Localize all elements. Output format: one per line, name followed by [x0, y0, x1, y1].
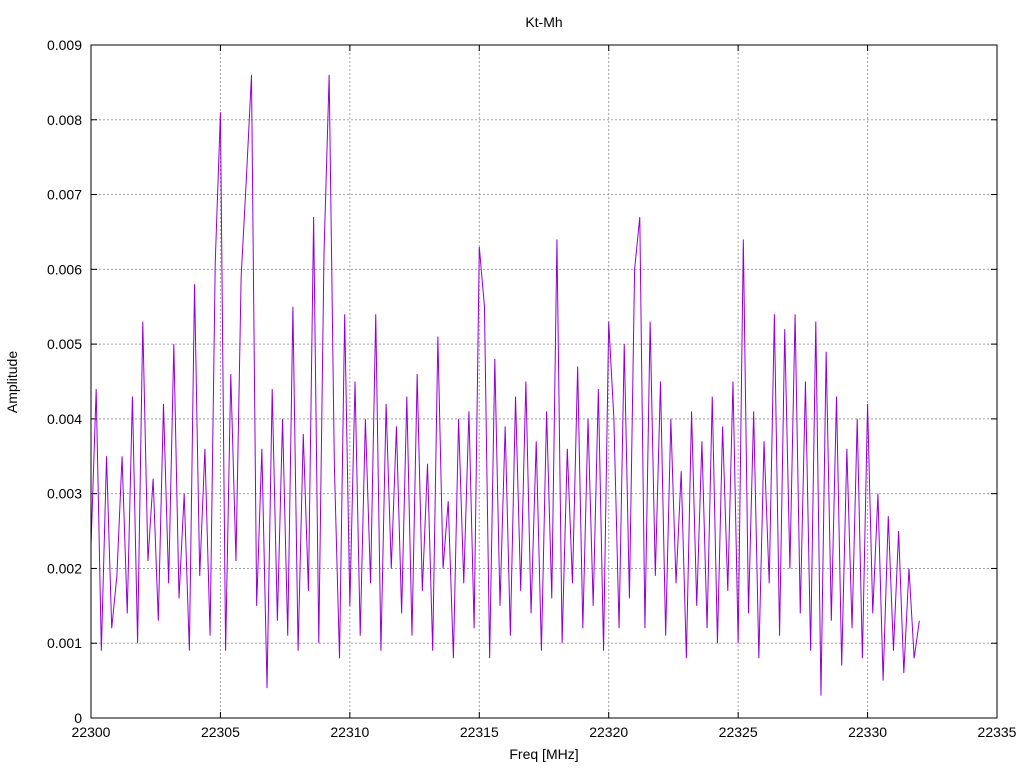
y-tick-label: 0.008 [47, 112, 82, 128]
ticks: 22300 22305 22310 22315 22320 22325 22330 22335… [47, 37, 1017, 740]
x-tick-label: 22335 [978, 724, 1017, 740]
y-tick-label: 0.003 [47, 486, 82, 502]
y-tick-label: 0.005 [47, 336, 82, 352]
y-tick-label: 0.007 [47, 187, 82, 203]
series-line [91, 75, 919, 696]
series [91, 75, 919, 696]
chart: Kt-Mh Freq [MHz] Amplitude 2230022305223… [0, 0, 1024, 768]
y-tick-label: 0.002 [47, 560, 82, 576]
x-tick-label: 22310 [330, 724, 369, 740]
y-tick-label: 0.001 [47, 635, 82, 651]
y-tick-label: 0.009 [47, 37, 82, 53]
x-tick-label: 22305 [201, 724, 240, 740]
x-tick-label: 22320 [589, 724, 628, 740]
x-tick-label: 22315 [460, 724, 499, 740]
x-tick-label: 22300 [72, 724, 111, 740]
y-tick-label: 0.004 [47, 411, 82, 427]
x-tick-label: 22325 [719, 724, 758, 740]
y-axis-label: Amplitude [4, 351, 20, 413]
chart-title: Kt-Mh [525, 14, 562, 30]
x-axis-label: Freq [MHz] [509, 746, 578, 762]
y-tick-label: 0 [74, 710, 82, 726]
x-tick-label: 22330 [848, 724, 887, 740]
y-tick-label: 0.006 [47, 261, 82, 277]
